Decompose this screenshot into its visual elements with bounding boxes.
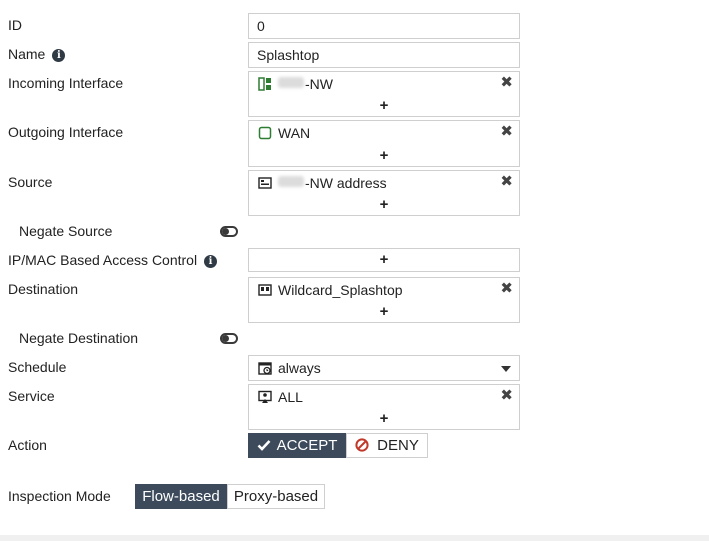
source-entry: -NW address [258,174,387,192]
schedule-value: always [258,359,321,377]
add-ip-mac-button[interactable]: + [249,252,519,268]
outgoing-interface-field[interactable]: WAN ✖ + [248,120,520,167]
ip-mac-access-field[interactable]: + [248,248,520,272]
remove-icon[interactable]: ✖ [500,75,513,91]
incoming-interface-label: Incoming Interface [8,75,124,91]
schedule-label: Schedule [8,359,67,375]
remove-icon[interactable]: ✖ [500,124,513,140]
interface-square-icon [258,126,272,140]
inspection-mode-label: Inspection Mode [8,488,111,504]
outgoing-interface-entry: WAN [258,124,310,142]
incoming-interface-entry: -NW [258,75,333,93]
info-icon[interactable]: i [52,49,66,62]
service-label: Service [8,388,55,404]
redacted-text [278,77,304,88]
negate-destination-toggle[interactable] [220,333,238,344]
chevron-down-icon[interactable] [501,366,511,372]
remove-icon[interactable]: ✖ [500,174,513,190]
action-label: Action [8,437,47,453]
footer-bar [0,535,709,541]
deny-icon [355,438,369,452]
name-label: Name i [8,46,66,62]
destination-entry: Wildcard_Splashtop [258,281,403,299]
deny-button[interactable]: DENY [346,433,428,458]
flow-based-button[interactable]: Flow-based [135,484,227,509]
add-destination-button[interactable]: + [249,304,519,320]
destination-field[interactable]: Wildcard_Splashtop ✖ + [248,277,520,323]
negate-destination-label: Negate Destination [19,330,139,346]
name-input[interactable]: Splashtop [248,42,520,68]
accept-button[interactable]: ACCEPT [248,433,346,458]
add-outgoing-interface-button[interactable]: + [249,148,519,164]
incoming-interface-field[interactable]: -NW ✖ + [248,71,520,117]
add-source-button[interactable]: + [249,197,519,213]
schedule-icon [258,362,272,375]
wildcard-address-icon [258,284,272,296]
source-field[interactable]: -NW address ✖ + [248,170,520,216]
negate-source-toggle[interactable] [220,226,238,237]
add-incoming-interface-button[interactable]: + [249,98,519,114]
outgoing-interface-label: Outgoing Interface [8,124,124,140]
address-icon [258,177,272,189]
destination-label: Destination [8,281,79,297]
service-field[interactable]: ALL ✖ + [248,384,520,430]
redacted-text [278,176,304,187]
remove-icon[interactable]: ✖ [500,281,513,297]
negate-source-label: Negate Source [19,223,113,239]
id-label: ID [8,17,22,33]
remove-icon[interactable]: ✖ [500,388,513,404]
id-input[interactable]: 0 [248,13,520,39]
info-icon[interactable]: i [204,255,218,268]
schedule-select[interactable]: always [248,355,520,381]
port-icon [258,77,271,91]
source-label: Source [8,174,53,190]
service-icon [258,390,272,403]
ip-mac-access-label: IP/MAC Based Access Control i [8,252,218,268]
add-service-button[interactable]: + [249,411,519,427]
checkmark-icon [257,440,271,451]
service-entry: ALL [258,388,303,406]
proxy-based-button[interactable]: Proxy-based [227,484,325,509]
